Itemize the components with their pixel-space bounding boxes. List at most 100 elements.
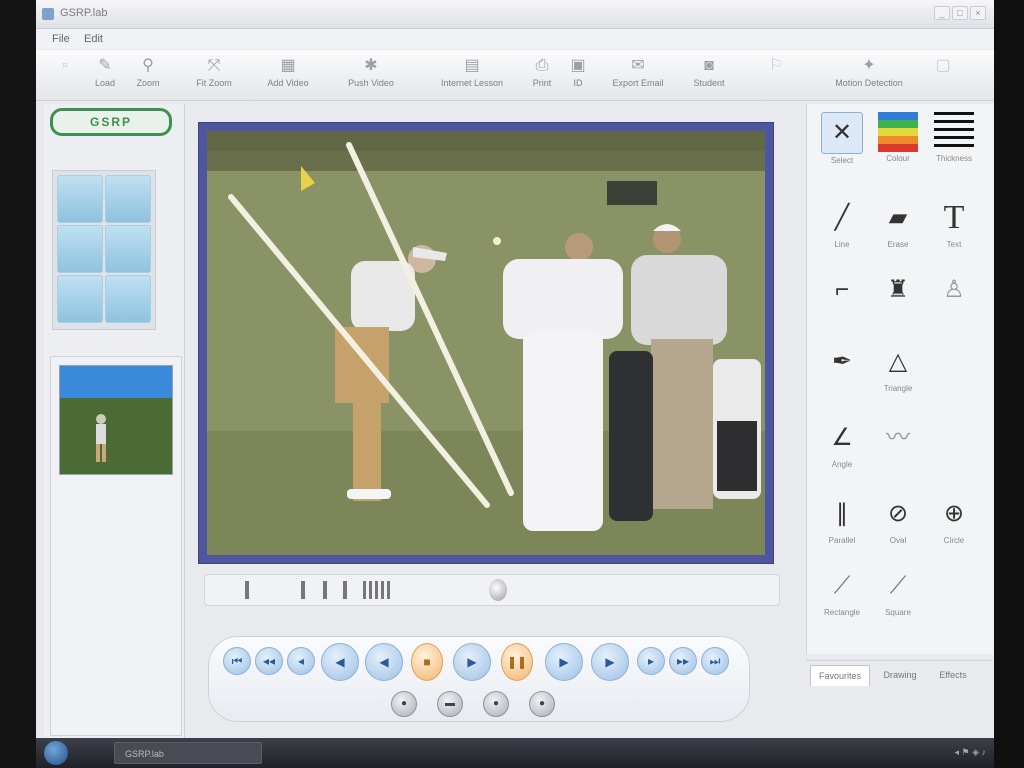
tool-body-outline[interactable]: ♙	[929, 268, 979, 332]
timeline-seek-bar[interactable]	[204, 574, 780, 606]
taskbar-app-item[interactable]: GSRP.lab	[114, 742, 262, 764]
record-icon[interactable]: ●	[391, 691, 417, 717]
grid-cell[interactable]	[57, 175, 103, 223]
color-palette-icon	[878, 112, 918, 152]
golf-ball	[493, 237, 501, 245]
rewind-icon[interactable]: ◀	[321, 643, 359, 681]
toolbar-internet-lesson-button[interactable]: ▤ Internet Lesson	[430, 54, 514, 98]
polyline-icon: 〰	[886, 424, 910, 451]
tool-tabs: Favourites Drawing Effects	[806, 660, 992, 689]
tool-line[interactable]: ╱ Line	[817, 196, 867, 260]
step-forward-icon[interactable]: ▸▸	[669, 647, 697, 675]
stop-icon[interactable]: ■	[411, 643, 443, 681]
tool-angle[interactable]: ∠ Angle	[817, 416, 867, 480]
tool-oval[interactable]: ⊘ Oval	[873, 492, 923, 556]
menu-file[interactable]: File	[52, 33, 70, 45]
menu-edit[interactable]: Edit	[84, 33, 103, 45]
tool-erase[interactable]: ▰ Erase	[873, 196, 923, 260]
toolbar-export-email-button[interactable]: ✉ Export Email	[600, 54, 676, 98]
timeline-marker[interactable]	[301, 581, 305, 599]
export-email-icon: ✉	[631, 57, 645, 74]
layout-grid-selector[interactable]	[52, 170, 156, 330]
toolbar-add-video-button[interactable]: ▦ Add Video	[258, 54, 318, 98]
tool-square[interactable]: ⟋ Square	[873, 564, 923, 628]
tool-thickness[interactable]: Thickness	[929, 110, 979, 174]
title-bar[interactable]: GSRP.lab _ □ ×	[36, 0, 994, 29]
fast-forward-icon[interactable]: ▶	[545, 643, 583, 681]
toolbar-zoom-button[interactable]: ⚲ Zoom	[128, 54, 168, 98]
tool-circle[interactable]: ⊕ Circle	[929, 492, 979, 556]
timeline-marker-group[interactable]	[363, 581, 393, 599]
timeline-marker[interactable]	[245, 581, 249, 599]
play-icon[interactable]: ▶	[453, 643, 491, 681]
tool-select[interactable]: ✕ Select	[817, 110, 867, 174]
tool-colour[interactable]: Colour	[873, 110, 923, 174]
step-back-icon[interactable]: ◂◂	[255, 647, 283, 675]
playhead-slider-handle[interactable]	[489, 579, 507, 601]
toolbar-print-button[interactable]: ⎙ Print	[524, 54, 560, 98]
marker-icon[interactable]: ●	[529, 691, 555, 717]
left-panel: GSRP	[44, 104, 185, 738]
window-title: GSRP.lab	[60, 7, 108, 19]
frame-back-icon[interactable]: ◂	[287, 647, 315, 675]
play-forward-icon[interactable]: ▶	[591, 643, 629, 681]
new-icon: ▫	[62, 57, 68, 74]
tool-golfer[interactable]: ♜	[873, 268, 923, 332]
maximize-button[interactable]: □	[952, 6, 968, 20]
tab-drawing[interactable]: Drawing	[874, 665, 926, 685]
toolbar-motion-detection-button[interactable]: ✦ Motion Detection	[822, 54, 916, 98]
go-start-icon[interactable]: ⏮	[223, 647, 251, 675]
grid-cell[interactable]	[57, 275, 103, 323]
monitor-bezel-right	[994, 0, 1024, 768]
grid-cell[interactable]	[105, 175, 151, 223]
line-thickness-icon	[934, 112, 974, 152]
motion-detection-icon: ✦	[862, 57, 876, 74]
toolbar-id-button[interactable]: ▣ ID	[564, 54, 592, 98]
frame-forward-icon[interactable]: ▸	[637, 647, 665, 675]
close-button[interactable]: ×	[970, 6, 986, 20]
go-end-icon[interactable]: ⏭	[701, 647, 729, 675]
grid-cell[interactable]	[57, 225, 103, 273]
tool-rectangle[interactable]: ⟋ Rectangle	[817, 564, 867, 628]
text-icon: T	[943, 199, 965, 236]
loop-icon[interactable]: ▬	[437, 691, 463, 717]
pause-icon[interactable]: ❚❚	[501, 643, 533, 681]
golfer-icon: ♜	[887, 276, 909, 303]
play-reverse-icon[interactable]: ◀	[365, 643, 403, 681]
minimize-button[interactable]: _	[934, 6, 950, 20]
system-tray-icons[interactable]: ◂ ⚑ ◈ ♪	[954, 747, 986, 758]
tool-triangle[interactable]: △ Triangle	[873, 340, 923, 404]
disabled-tool-icon: ⚐	[768, 57, 784, 74]
tool-polyline[interactable]: 〰	[873, 416, 923, 480]
angle-icon: ∠	[831, 424, 853, 451]
toolbar-load-button[interactable]: ✎ Load	[86, 54, 124, 98]
square-icon: ⟋	[889, 572, 907, 599]
toolbar-camera-button[interactable]: ▢	[928, 54, 958, 98]
tool-pen[interactable]: ✒	[817, 340, 867, 404]
add-video-icon: ▦	[280, 57, 296, 74]
tool-parallel[interactable]: ∥ Parallel	[817, 492, 867, 556]
grid-cell[interactable]	[105, 225, 151, 273]
grid-cell[interactable]	[105, 275, 151, 323]
video-thumbnail[interactable]	[59, 365, 173, 475]
video-viewport[interactable]	[207, 131, 765, 555]
tool-text[interactable]: T Text	[929, 196, 979, 260]
start-button[interactable]	[44, 741, 68, 765]
timeline-marker[interactable]	[343, 581, 347, 599]
timeline-marker[interactable]	[323, 581, 327, 599]
slow-icon[interactable]: ●	[483, 691, 509, 717]
tab-favourites[interactable]: Favourites	[810, 665, 870, 686]
rectangle-icon: ⟋	[833, 572, 851, 599]
tool-freehand[interactable]: ⌐	[817, 268, 867, 332]
playback-controls: ⏮ ◂◂ ◂ ◀ ◀ ■ ▶ ❚❚ ▶ ▶ ▸ ▸▸ ⏭ ● ▬ ● ●	[208, 636, 750, 722]
video-library-panel	[50, 356, 182, 736]
toolbar-student-button[interactable]: ◙ Student	[686, 54, 732, 98]
toolbar-fit-zoom-button[interactable]: ⤧ Fit Zoom	[184, 54, 244, 98]
toolbar-push-video-button[interactable]: ✱ Push Video	[336, 54, 406, 98]
load-icon: ✎	[98, 57, 112, 74]
toolbar-disabled-button[interactable]: ⚐	[750, 54, 802, 98]
body-outline-icon: ♙	[943, 276, 965, 303]
tab-effects[interactable]: Effects	[930, 665, 976, 685]
toolbar-new-button[interactable]: ▫	[48, 54, 82, 98]
drawing-tools-panel: ✕ Select Colour Thickness ╱ Line ▰ Erase…	[806, 104, 993, 654]
